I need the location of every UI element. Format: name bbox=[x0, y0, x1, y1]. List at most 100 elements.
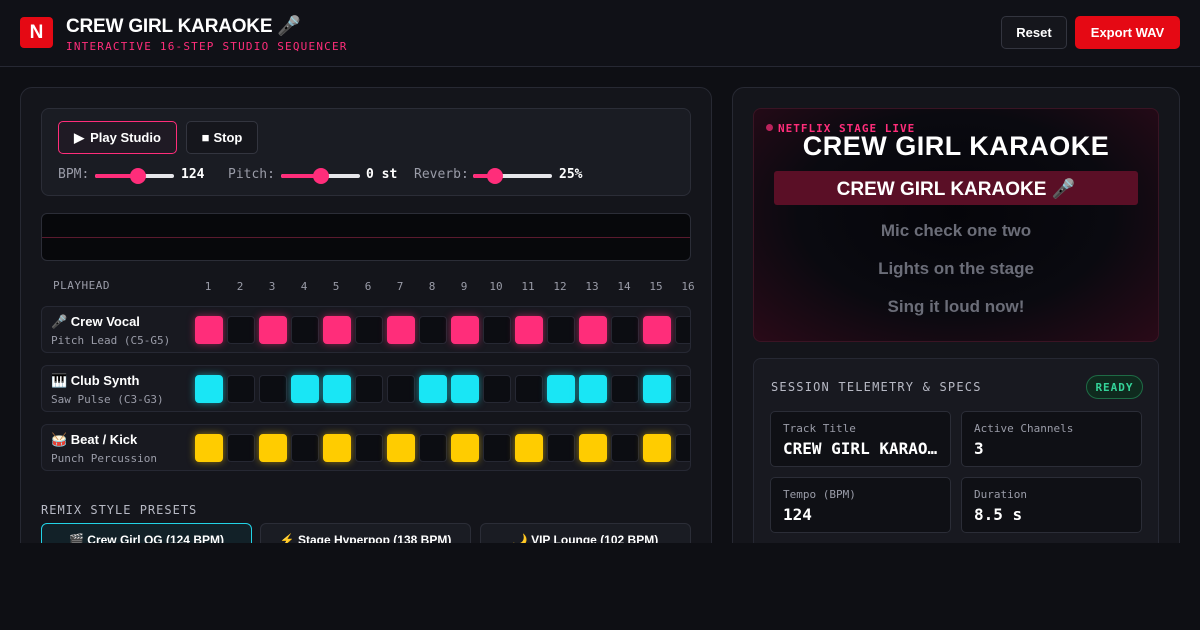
pitch-slider-knob[interactable] bbox=[312, 168, 329, 184]
step-cell-active[interactable] bbox=[579, 375, 607, 403]
step-cell-active[interactable] bbox=[195, 375, 223, 403]
play-studio-button[interactable]: ▶ Play Studio bbox=[58, 121, 177, 154]
step-cell-active[interactable] bbox=[323, 375, 351, 403]
step-number: 9 bbox=[460, 280, 468, 293]
play-icon: ▶ bbox=[74, 129, 85, 145]
preset-button[interactable]: 🎬 Crew Girl OG (124 BPM) bbox=[41, 523, 252, 543]
track-subtitle: Punch Percussion bbox=[51, 452, 157, 465]
stat-tempo: Tempo (BPM) 124 bbox=[770, 477, 951, 533]
app-subtitle: INTERACTIVE 16-STEP STUDIO SEQUENCER bbox=[66, 40, 348, 53]
pitch-slider[interactable] bbox=[281, 168, 360, 184]
step-cell-active[interactable] bbox=[259, 434, 287, 462]
reverb-slider[interactable] bbox=[473, 168, 552, 184]
waveform-visualizer bbox=[41, 213, 691, 261]
step-cell[interactable] bbox=[355, 375, 383, 403]
step-number: 14 bbox=[617, 280, 631, 293]
reverb-value: 25% bbox=[559, 167, 583, 182]
stat-value: 8.5 s bbox=[974, 505, 1023, 524]
step-number: 5 bbox=[332, 280, 340, 293]
step-cell[interactable] bbox=[675, 434, 690, 462]
step-number: 3 bbox=[268, 280, 276, 293]
step-cell[interactable] bbox=[515, 375, 543, 403]
bpm-slider[interactable] bbox=[95, 168, 174, 184]
stat-value: 124 bbox=[783, 505, 812, 524]
step-cell-active[interactable] bbox=[323, 434, 351, 462]
step-cell-active[interactable] bbox=[515, 316, 543, 344]
step-cell[interactable] bbox=[611, 434, 639, 462]
step-cell[interactable] bbox=[355, 434, 383, 462]
play-label: Play Studio bbox=[90, 130, 161, 145]
reverb-label: Reverb: bbox=[414, 167, 469, 182]
step-cell-active[interactable] bbox=[515, 434, 543, 462]
bpm-value: 124 bbox=[181, 167, 205, 182]
step-cell[interactable] bbox=[355, 316, 383, 344]
step-cell-active[interactable] bbox=[259, 316, 287, 344]
preset-button[interactable]: 🌙 VIP Lounge (102 BPM) bbox=[480, 523, 691, 543]
step-cell[interactable] bbox=[291, 434, 319, 462]
step-cell-active[interactable] bbox=[643, 434, 671, 462]
stat-value: 3 bbox=[974, 439, 984, 458]
status-badge: READY bbox=[1086, 375, 1143, 399]
bpm-slider-knob[interactable] bbox=[130, 168, 147, 184]
step-number: 15 bbox=[649, 280, 663, 293]
playhead-label: PLAYHEAD bbox=[53, 279, 110, 292]
step-cell[interactable] bbox=[259, 375, 287, 403]
step-cell-active[interactable] bbox=[579, 434, 607, 462]
step-cell[interactable] bbox=[227, 434, 255, 462]
step-cell-active[interactable] bbox=[387, 316, 415, 344]
lyric-line: Mic check one two bbox=[880, 221, 1032, 240]
step-cell-active[interactable] bbox=[323, 316, 351, 344]
step-cell-active[interactable] bbox=[579, 316, 607, 344]
step-cell[interactable] bbox=[419, 434, 447, 462]
step-cell[interactable] bbox=[675, 375, 690, 403]
step-cell[interactable] bbox=[611, 375, 639, 403]
step-cell-active[interactable] bbox=[195, 316, 223, 344]
step-cell[interactable] bbox=[675, 316, 690, 344]
track-subtitle: Saw Pulse (C3-G3) bbox=[51, 393, 164, 406]
export-wav-button[interactable]: Export WAV bbox=[1075, 16, 1180, 49]
step-cell-active[interactable] bbox=[643, 316, 671, 344]
reset-button[interactable]: Reset bbox=[1001, 16, 1067, 49]
step-cell-active[interactable] bbox=[451, 316, 479, 344]
step-cell[interactable] bbox=[227, 375, 255, 403]
step-cell-active[interactable] bbox=[451, 375, 479, 403]
step-cell[interactable] bbox=[547, 316, 575, 344]
karaoke-screen: NETFLIX STAGE LIVE CREW GIRL KARAOKE CRE… bbox=[753, 108, 1159, 342]
step-cell-active[interactable] bbox=[291, 375, 319, 403]
step-number: 6 bbox=[364, 280, 372, 293]
track-subtitle: Pitch Lead (C5-G5) bbox=[51, 334, 171, 347]
stat-label: Track Title bbox=[783, 422, 856, 435]
app-title: CREW GIRL KARAOKE 🎤 bbox=[66, 16, 301, 37]
step-cell[interactable] bbox=[419, 316, 447, 344]
sequencer-panel: ▶ Play Studio ■ Stop BPM: 124 Pitch: 0 s… bbox=[20, 87, 712, 543]
lyric-line: Sing it loud now! bbox=[887, 297, 1025, 316]
track-row: 🥁 Beat / Kick Punch Percussion bbox=[41, 424, 691, 471]
step-cell-active[interactable] bbox=[547, 375, 575, 403]
step-cell-active[interactable] bbox=[419, 375, 447, 403]
live-dot-icon bbox=[766, 124, 773, 131]
step-cell-active[interactable] bbox=[195, 434, 223, 462]
step-number: 13 bbox=[585, 280, 599, 293]
step-cell[interactable] bbox=[483, 434, 511, 462]
step-number: 1 bbox=[204, 280, 212, 293]
step-number: 12 bbox=[553, 280, 567, 293]
pitch-value: 0 st bbox=[366, 167, 398, 182]
stat-label: Active Channels bbox=[974, 422, 1074, 435]
step-cell[interactable] bbox=[227, 316, 255, 344]
stop-icon: ■ bbox=[201, 130, 210, 145]
step-cell[interactable] bbox=[483, 316, 511, 344]
step-number: 8 bbox=[428, 280, 436, 293]
app-header: N CREW GIRL KARAOKE 🎤 INTERACTIVE 16-STE… bbox=[0, 0, 1200, 67]
stop-button[interactable]: ■ Stop bbox=[186, 121, 258, 154]
step-cell[interactable] bbox=[483, 375, 511, 403]
step-cell[interactable] bbox=[387, 375, 415, 403]
reverb-slider-knob[interactable] bbox=[487, 168, 504, 184]
step-cell[interactable] bbox=[291, 316, 319, 344]
step-cell-active[interactable] bbox=[451, 434, 479, 462]
step-cell[interactable] bbox=[611, 316, 639, 344]
step-cell-active[interactable] bbox=[387, 434, 415, 462]
step-cell[interactable] bbox=[547, 434, 575, 462]
track-row: 🎤 Crew Vocal Pitch Lead (C5-G5) bbox=[41, 306, 691, 353]
step-cell-active[interactable] bbox=[643, 375, 671, 403]
preset-button[interactable]: ⚡ Stage Hyperpop (138 BPM) bbox=[260, 523, 471, 543]
